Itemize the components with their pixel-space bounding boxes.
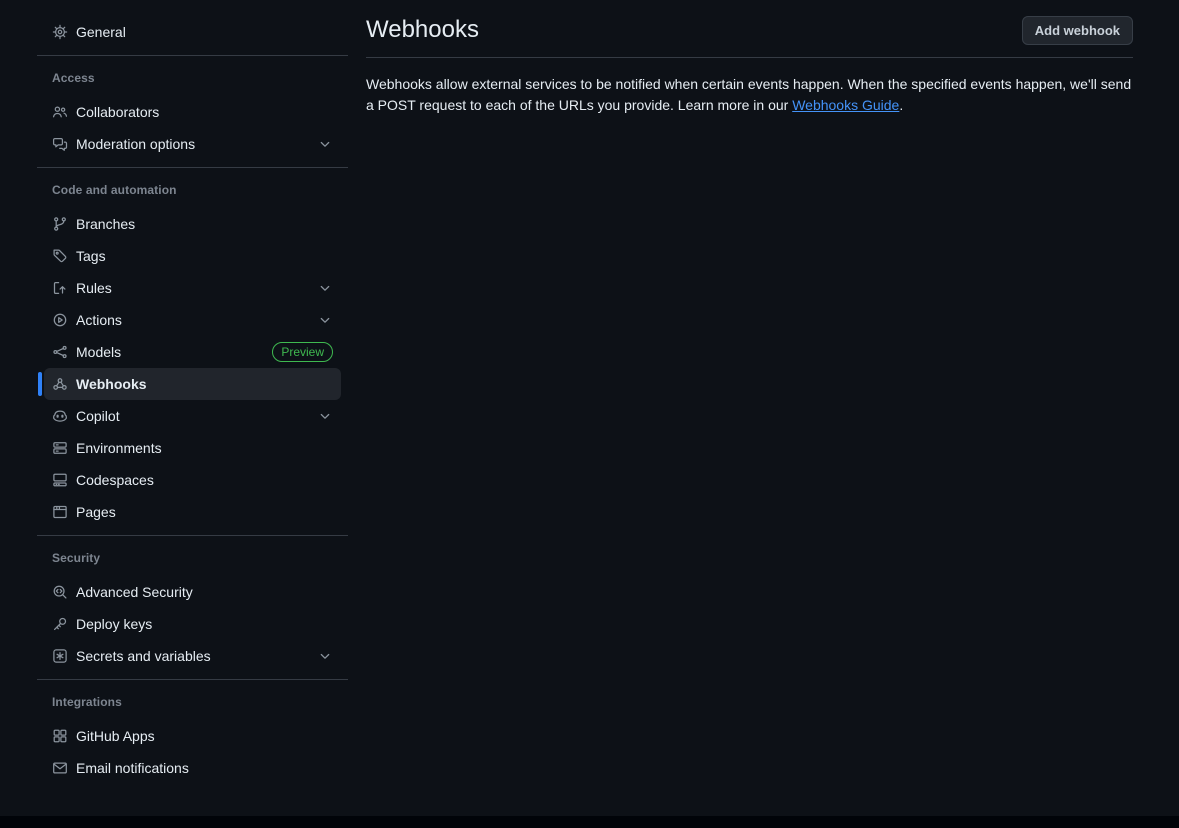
sidebar-divider <box>37 535 348 536</box>
mail-icon <box>52 760 68 776</box>
webhook-icon <box>52 376 68 392</box>
sidebar-divider <box>37 679 348 680</box>
sidebar-item-label: Webhooks <box>76 376 147 392</box>
chevron-down-icon <box>317 136 333 152</box>
description-text: Webhooks allow external services to be n… <box>366 76 1131 113</box>
rules-icon <box>52 280 68 296</box>
sidebar-item-label: Pages <box>76 504 116 520</box>
chevron-down-icon <box>317 408 333 424</box>
tag-icon <box>52 248 68 264</box>
code-scan-icon <box>52 584 68 600</box>
chevron-down-icon <box>317 312 333 328</box>
sidebar-item-environments[interactable]: Environments <box>44 432 341 464</box>
sidebar-item-label: Codespaces <box>76 472 154 488</box>
settings-sidebar: General Access Collaborators Moderation opt… <box>0 0 348 784</box>
sidebar-item-label: GitHub Apps <box>76 728 155 744</box>
sidebar-item-label: Actions <box>76 312 122 328</box>
sidebar-item-label: Secrets and variables <box>76 648 211 664</box>
sidebar-item-general[interactable]: General <box>44 16 341 48</box>
sidebar-item-copilot[interactable]: Copilot <box>44 400 341 432</box>
sidebar-item-email-notifications[interactable]: Email notifications <box>44 752 341 784</box>
codespaces-icon <box>52 472 68 488</box>
page-bottom-edge <box>0 816 1179 828</box>
asterisk-box-icon <box>52 648 68 664</box>
webhooks-description: Webhooks allow external services to be n… <box>366 74 1133 116</box>
sidebar-item-label: Copilot <box>76 408 120 424</box>
sidebar-item-label: Tags <box>76 248 106 264</box>
sidebar-item-github-apps[interactable]: GitHub Apps <box>44 720 341 752</box>
sidebar-item-models[interactable]: Models Preview <box>44 336 341 368</box>
sidebar-item-branches[interactable]: Branches <box>44 208 341 240</box>
chevron-down-icon <box>317 280 333 296</box>
webhooks-guide-link[interactable]: Webhooks Guide <box>792 97 899 113</box>
sidebar-item-pages[interactable]: Pages <box>44 496 341 528</box>
sidebar-item-rules[interactable]: Rules <box>44 272 341 304</box>
sidebar-section-header-access: Access <box>37 66 348 90</box>
sidebar-item-tags[interactable]: Tags <box>44 240 341 272</box>
sidebar-item-actions[interactable]: Actions <box>44 304 341 336</box>
git-branch-icon <box>52 216 68 232</box>
sidebar-item-label: General <box>76 24 126 40</box>
sidebar-section-header-integrations: Integrations <box>37 690 348 714</box>
sidebar-section-header-security: Security <box>37 546 348 570</box>
sidebar-item-label: Environments <box>76 440 162 456</box>
page-header: Webhooks Add webhook <box>366 0 1133 58</box>
repository-settings-page: General Access Collaborators Moderation opt… <box>0 0 1179 828</box>
sidebar-divider <box>37 55 348 56</box>
sidebar-item-webhooks[interactable]: Webhooks <box>44 368 341 400</box>
page-title: Webhooks <box>366 15 479 45</box>
preview-badge: Preview <box>272 342 333 362</box>
sidebar-item-label: Models <box>76 344 121 360</box>
key-icon <box>52 616 68 632</box>
sidebar-item-deploy-keys[interactable]: Deploy keys <box>44 608 341 640</box>
sidebar-item-label: Email notifications <box>76 760 189 776</box>
main-content: Webhooks Add webhook Webhooks allow exte… <box>366 0 1133 116</box>
sidebar-item-label: Branches <box>76 216 135 232</box>
copilot-icon <box>52 408 68 424</box>
comment-discussion-icon <box>52 136 68 152</box>
sidebar-item-codespaces[interactable]: Codespaces <box>44 464 341 496</box>
gear-icon <box>52 24 68 40</box>
play-icon <box>52 312 68 328</box>
sidebar-item-moderation-options[interactable]: Moderation options <box>44 128 341 160</box>
sidebar-section-header-code-and-automation: Code and automation <box>37 178 348 202</box>
models-icon <box>52 344 68 360</box>
apps-icon <box>52 728 68 744</box>
server-icon <box>52 440 68 456</box>
sidebar-item-secrets-and-variables[interactable]: Secrets and variables <box>44 640 341 672</box>
sidebar-divider <box>37 167 348 168</box>
sidebar-item-label: Rules <box>76 280 112 296</box>
sidebar-item-label: Deploy keys <box>76 616 152 632</box>
add-webhook-button[interactable]: Add webhook <box>1022 16 1133 45</box>
sidebar-item-collaborators[interactable]: Collaborators <box>44 96 341 128</box>
sidebar-item-label: Moderation options <box>76 136 195 152</box>
sidebar-item-label: Collaborators <box>76 104 159 120</box>
people-icon <box>52 104 68 120</box>
description-suffix: . <box>899 97 903 113</box>
sidebar-item-label: Advanced Security <box>76 584 193 600</box>
chevron-down-icon <box>317 648 333 664</box>
browser-icon <box>52 504 68 520</box>
sidebar-item-advanced-security[interactable]: Advanced Security <box>44 576 341 608</box>
